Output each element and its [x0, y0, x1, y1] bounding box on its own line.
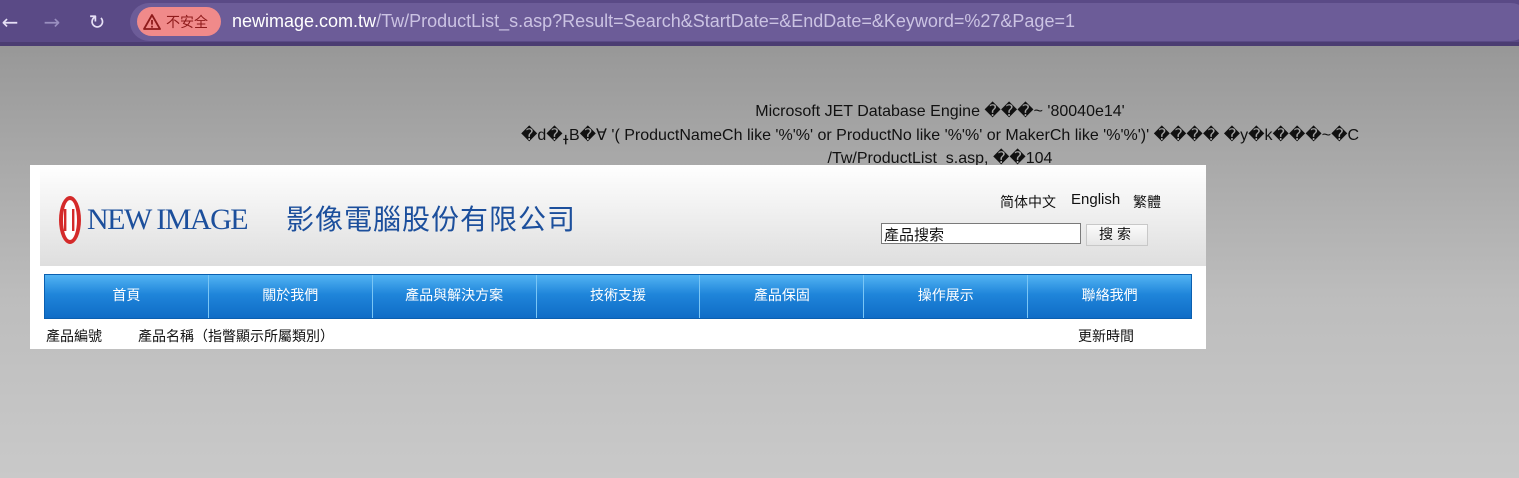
column-header-product-no: 產品編號: [46, 329, 102, 345]
menu-item-warranty[interactable]: 產品保固: [700, 275, 865, 318]
menu-item-about[interactable]: 關於我們: [209, 275, 373, 318]
menu-item-support[interactable]: 技術支援: [537, 275, 701, 318]
browser-toolbar: ← → ↻ 不安全 newimage.com.tw/Tw/ProductList…: [0, 0, 1519, 46]
main-menu: 首頁 關於我們 產品與解決方案 技術支援 產品保固 操作展示 聯絡我們: [44, 274, 1192, 319]
logo-text-en[interactable]: NEW IMAGE: [87, 203, 249, 237]
url-host: newimage.com.tw: [232, 11, 377, 31]
lang-simplified-link[interactable]: 简体中文: [1000, 192, 1056, 212]
back-icon[interactable]: ←: [0, 9, 24, 35]
menu-item-home[interactable]: 首頁: [45, 275, 209, 318]
url-path: /Tw/ProductList_s.asp?Result=Search&Star…: [376, 11, 1075, 31]
error-line-1: Microsoft JET Database Engine ���~ '8004…: [755, 103, 1125, 120]
error-line-2: �d�ߪB�∀ '( ProductNameCh like '%'%' or P…: [520, 126, 1360, 144]
logo-mark-icon[interactable]: [58, 195, 82, 245]
warning-icon: [143, 13, 161, 30]
forward-icon[interactable]: →: [38, 9, 66, 35]
menu-item-demo[interactable]: 操作展示: [864, 275, 1029, 318]
security-chip[interactable]: 不安全: [137, 7, 221, 36]
lang-traditional-link[interactable]: 繁體: [1133, 192, 1161, 212]
site-header: NEW IMAGE 影像電腦股份有限公司 简体中文 English 繁體 產品搜…: [40, 165, 1206, 266]
product-search-input[interactable]: 產品搜索: [881, 223, 1081, 244]
lang-english-link[interactable]: English: [1071, 191, 1120, 208]
security-label: 不安全: [166, 14, 208, 31]
menu-item-contact[interactable]: 聯絡我們: [1028, 275, 1191, 318]
reload-icon[interactable]: ↻: [83, 9, 111, 35]
url-text[interactable]: newimage.com.tw/Tw/ProductList_s.asp?Res…: [232, 9, 1075, 33]
column-header-updated: 更新時間: [1078, 329, 1134, 345]
site-panel: NEW IMAGE 影像電腦股份有限公司 简体中文 English 繁體 產品搜…: [30, 165, 1206, 349]
column-header-product-name: 產品名稱（指瞥顯示所屬類別）: [138, 329, 334, 345]
database-error-message: Microsoft JET Database Engine ���~ '8004…: [515, 100, 1365, 171]
menu-item-products[interactable]: 產品與解決方案: [373, 275, 537, 318]
logo-text-zh[interactable]: 影像電腦股份有限公司: [286, 203, 576, 237]
search-button[interactable]: 搜索: [1086, 224, 1148, 246]
